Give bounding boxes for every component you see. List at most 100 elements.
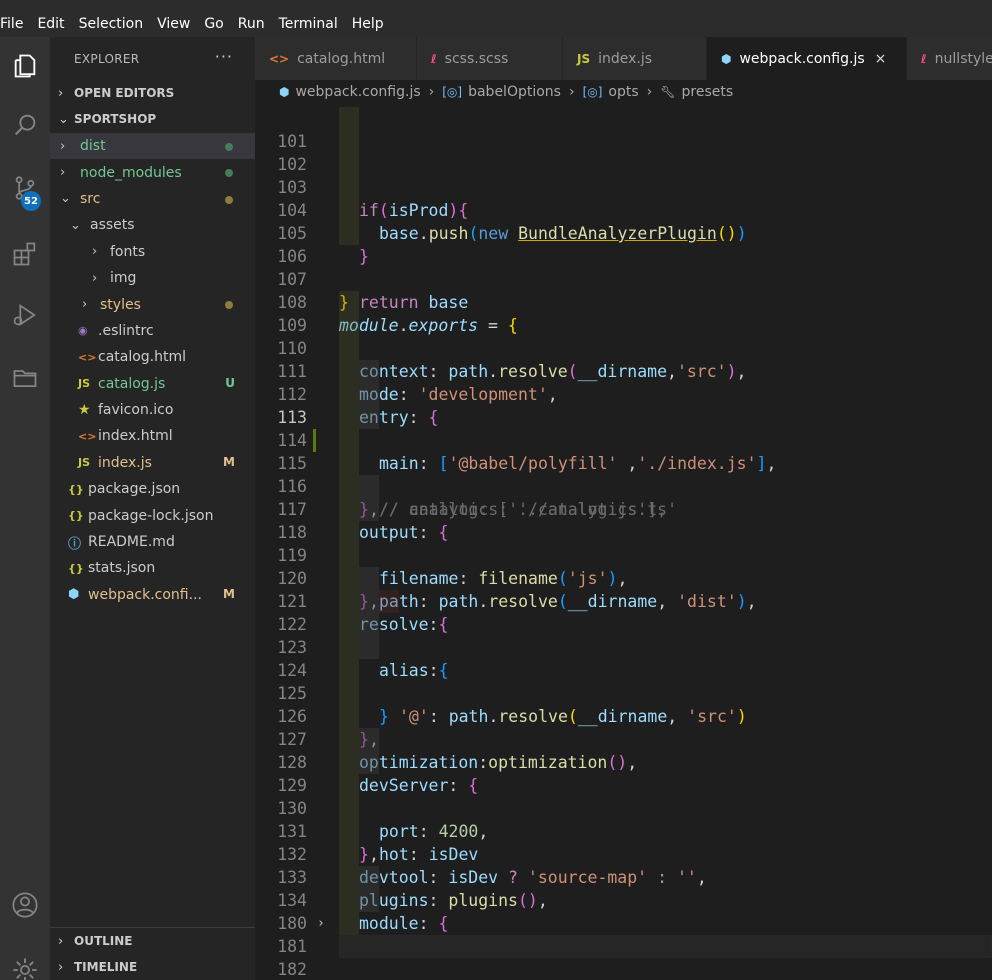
git-status-untracked: U — [225, 375, 235, 390]
code-line: 108 module.exports = { — [255, 268, 992, 335]
tree-item-stats-json[interactable]: {} stats.json — [50, 555, 255, 581]
breadcrumb-item[interactable]: babelOptions — [468, 84, 561, 100]
code-line: 128 port: 4200, — [255, 728, 992, 841]
code-line: 180 ] — [255, 889, 992, 933]
tree-item-img[interactable]: › img — [50, 265, 255, 291]
tree-item-src[interactable]: ⌄ src — [50, 186, 255, 212]
json-file-icon: {} — [68, 561, 84, 575]
code-editor[interactable]: 101 102 if(isProd){ 103 base.push(new Bu… — [255, 104, 992, 980]
extensions-activity-button[interactable] — [0, 229, 50, 279]
chevron-right-icon: › — [92, 244, 98, 260]
breadcrumb-item[interactable]: opts — [608, 84, 638, 100]
git-status-modified: M — [223, 454, 235, 469]
outline-section[interactable]: › OUTLINE — [50, 928, 255, 954]
accounts-activity-button[interactable] — [0, 880, 50, 930]
eslint-icon: ◉ — [78, 324, 88, 338]
tab-catalog-html[interactable]: <> catalog.html — [255, 37, 417, 80]
menu-selection[interactable]: Selection — [79, 15, 144, 33]
code-line: 114 // analytics: './analytics.ts' — [255, 406, 992, 519]
chevron-down-icon: ⌄ — [60, 191, 71, 207]
tree-item-node-modules[interactable]: › node_modules — [50, 159, 255, 185]
open-editors-section[interactable]: › OPEN EDITORS — [50, 80, 255, 106]
outline-label: OUTLINE — [74, 934, 133, 948]
code-line: 118 path: path.resolve(__dirname, 'dist'… — [255, 498, 992, 611]
menu-bar: File Edit Selection View Go Run Terminal… — [0, 0, 992, 37]
json-file-icon: {} — [68, 482, 84, 496]
line-number: 182 — [277, 960, 307, 979]
tree-item-assets[interactable]: ⌄ assets — [50, 212, 255, 238]
chevron-right-icon: › — [58, 85, 64, 101]
search-activity-button[interactable] — [0, 100, 50, 150]
menu-go[interactable]: Go — [204, 15, 223, 33]
tree-item-label: webpack.confi... — [88, 586, 202, 603]
tree-item-readme[interactable]: ⓘ README.md — [50, 529, 255, 555]
tree-item-styles[interactable]: › styles — [50, 291, 255, 317]
breadcrumb-item[interactable]: webpack.config.js — [295, 84, 420, 100]
code-line: 124 — [255, 636, 992, 680]
sass-file-icon: ℓ — [921, 51, 927, 66]
tree-item-label: assets — [90, 217, 135, 234]
tree-item-favicon[interactable]: ★ favicon.ico — [50, 397, 255, 423]
html-file-icon: <> — [78, 429, 97, 443]
tree-item-label: fonts — [110, 243, 146, 260]
menu-file[interactable]: File — [0, 15, 23, 33]
tree-item-eslintrc[interactable]: ◉ .eslintrc — [50, 318, 255, 344]
tab-label: scss.scss — [444, 50, 509, 67]
run-debug-activity-button[interactable] — [0, 290, 50, 340]
chevron-down-icon: ⌄ — [70, 217, 81, 233]
menu-view[interactable]: View — [157, 15, 190, 33]
tree-item-index-js[interactable]: JS index.js M — [50, 450, 255, 476]
tab-webpack-config[interactable]: ⬢ webpack.config.js × — [707, 37, 907, 80]
tree-item-label: node_modules — [80, 164, 182, 181]
close-icon[interactable]: × — [875, 51, 887, 67]
tree-item-dist[interactable]: › dist — [50, 133, 255, 160]
project-section[interactable]: ⌄ SPORTSHOP — [50, 106, 255, 132]
tree-item-webpack-config[interactable]: ⬢ webpack.confi... M — [50, 582, 255, 608]
code-line: 106 return base — [255, 222, 992, 312]
git-status-dot — [225, 169, 233, 178]
code-line: 115 }, — [255, 429, 992, 519]
remote-explorer-activity-button[interactable] — [0, 353, 50, 403]
menu-edit[interactable]: Edit — [37, 15, 64, 33]
code-line: 105 — [255, 199, 992, 243]
more-actions-button[interactable]: ··· — [215, 47, 233, 66]
code-line: 134 › rules: [ ⋯ — [255, 866, 992, 958]
tab-index-js[interactable]: JS index.js — [563, 37, 707, 80]
tree-item-label: README.md — [88, 534, 175, 551]
tree-item-index-html[interactable]: <> index.html — [50, 423, 255, 449]
tree-item-package-json[interactable]: {} package.json — [50, 476, 255, 502]
open-editors-label: OPEN EDITORS — [74, 86, 175, 100]
tree-item-label: stats.json — [88, 560, 156, 577]
code-line: 132 plugins: plugins(), — [255, 820, 992, 910]
chevron-right-icon: › — [428, 84, 435, 100]
html-file-icon: <> — [78, 350, 97, 364]
tab-scss[interactable]: ℓ scss.scss — [417, 37, 563, 80]
code-line: 121 alias:{ — [255, 567, 992, 680]
extensions-icon — [13, 242, 36, 266]
webpack-icon: ⬢ — [68, 587, 80, 603]
explorer-activity-button[interactable] — [0, 41, 50, 91]
timeline-section[interactable]: › TIMELINE — [50, 954, 255, 980]
tab-nullstyle[interactable]: ℓ nullstyle — [907, 37, 992, 80]
wrench-icon: 🔧︎ — [660, 85, 676, 99]
tree-item-package-lock-json[interactable]: {} package-lock.json — [50, 502, 255, 528]
tree-item-fonts[interactable]: › fonts — [50, 239, 255, 265]
manage-activity-button[interactable] — [0, 945, 50, 980]
code-line: 104 } — [255, 176, 992, 266]
git-status-modified: M — [223, 586, 235, 601]
tree-item-catalog-html[interactable]: <> catalog.html — [50, 344, 255, 370]
tree-item-catalog-js[interactable]: JS catalog.js U — [50, 371, 255, 397]
menu-run[interactable]: Run — [238, 15, 265, 33]
account-icon — [12, 892, 38, 918]
files-icon — [14, 54, 36, 78]
menu-terminal[interactable]: Terminal — [279, 15, 338, 33]
star-icon: ★ — [78, 402, 91, 419]
code-line: 112 main: ['@babel/polyfill' ,'./index.j… — [255, 360, 992, 473]
chevron-right-icon: › — [82, 297, 88, 313]
git-status-dot — [225, 195, 233, 204]
code-line: 117 filename: filename('js'), — [255, 475, 992, 588]
breadcrumb-item[interactable]: presets — [682, 84, 734, 100]
chevron-right-icon: › — [60, 138, 66, 154]
menu-help[interactable]: Help — [352, 15, 384, 33]
explorer-sidebar: EXPLORER ··· › OPEN EDITORS ⌄ SPORTSHOP … — [50, 37, 255, 980]
